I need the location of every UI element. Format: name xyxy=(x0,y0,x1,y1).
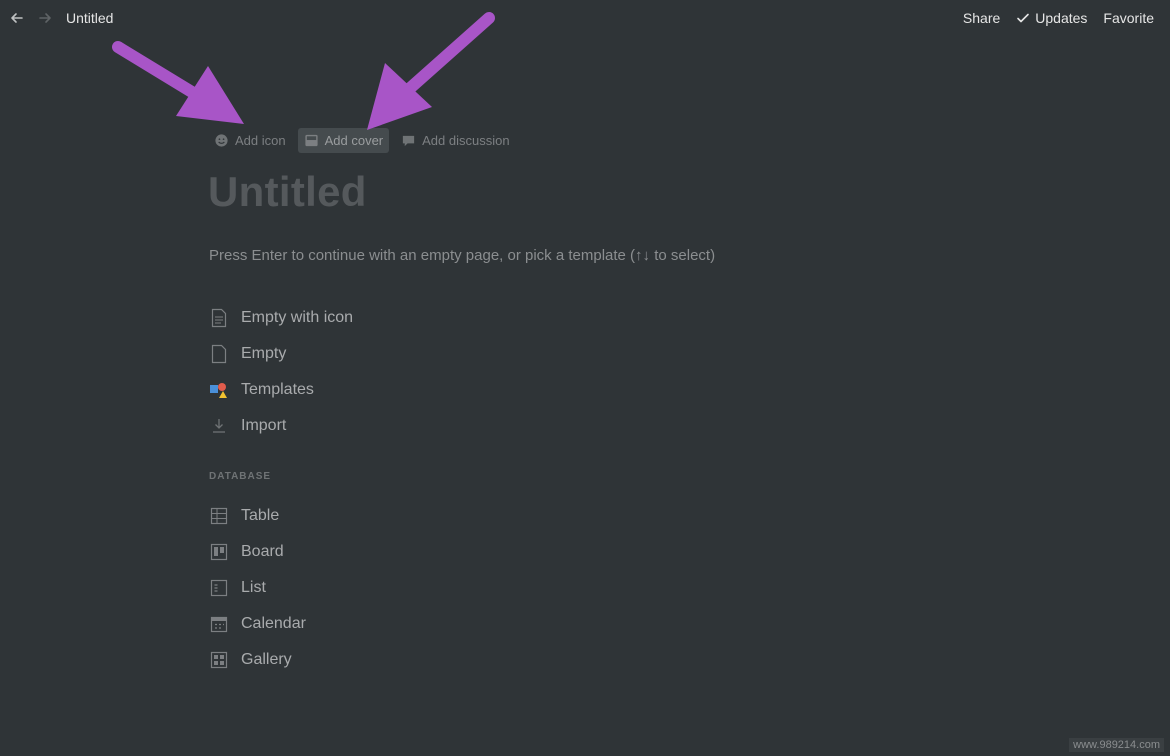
table-icon xyxy=(209,506,229,526)
page-header-controls: Add icon Add cover Add discussion xyxy=(208,128,516,153)
option-label: Board xyxy=(241,543,284,560)
breadcrumb[interactable]: Untitled xyxy=(66,10,113,26)
back-button[interactable] xyxy=(8,9,26,27)
calendar-icon xyxy=(209,614,229,634)
download-icon xyxy=(209,416,229,436)
option-gallery[interactable]: Gallery xyxy=(209,642,306,678)
topbar: Untitled Share Updates Favorite xyxy=(0,0,1170,36)
image-icon xyxy=(305,134,318,147)
option-label: Import xyxy=(241,417,287,434)
add-icon-label: Add icon xyxy=(235,133,286,148)
add-discussion-label: Add discussion xyxy=(422,133,510,148)
favorite-label: Favorite xyxy=(1103,10,1154,26)
forward-button[interactable] xyxy=(36,9,54,27)
annotation-arrow-icon xyxy=(112,41,244,124)
add-cover-button[interactable]: Add cover xyxy=(297,128,390,153)
database-options: Table Board List Calendar Gallery xyxy=(209,498,306,678)
template-options: Empty with icon Empty Templates Import xyxy=(209,300,353,444)
checkmark-icon xyxy=(1017,13,1030,23)
share-label: Share xyxy=(962,10,1001,26)
board-icon xyxy=(209,542,229,562)
share-button[interactable]: Share xyxy=(963,10,1000,26)
add-icon-button[interactable]: Add icon xyxy=(208,128,292,153)
smiley-icon xyxy=(215,134,228,147)
arrow-left-icon xyxy=(11,13,23,23)
option-label: Calendar xyxy=(241,615,306,632)
arrow-right-icon xyxy=(39,13,51,23)
favorite-button[interactable]: Favorite xyxy=(1103,10,1154,26)
gallery-icon xyxy=(209,650,229,670)
templates-shapes-icon xyxy=(209,380,229,400)
watermark: www.989214.com xyxy=(1069,738,1164,752)
blank-page-icon xyxy=(209,344,229,364)
database-section-label: DATABASE xyxy=(209,471,272,482)
option-label: Templates xyxy=(241,381,314,398)
updates-button[interactable]: Updates xyxy=(1016,10,1087,26)
top-actions: Share Updates Favorite xyxy=(963,10,1154,26)
option-calendar[interactable]: Calendar xyxy=(209,606,306,642)
template-hint: Press Enter to continue with an empty pa… xyxy=(209,247,716,264)
list-icon xyxy=(209,578,229,598)
option-label: Empty xyxy=(241,345,287,362)
notion-page: Untitled Share Updates Favorite Add icon… xyxy=(0,0,1170,756)
option-list[interactable]: List xyxy=(209,570,306,606)
option-label: List xyxy=(241,579,266,596)
annotation-arrows xyxy=(112,12,495,130)
page-with-lines-icon xyxy=(209,308,229,328)
add-discussion-button[interactable]: Add discussion xyxy=(395,128,515,153)
page-title[interactable]: Untitled xyxy=(208,168,367,216)
updates-label: Updates xyxy=(1035,10,1088,26)
option-board[interactable]: Board xyxy=(209,534,306,570)
option-label: Gallery xyxy=(241,651,292,668)
option-templates[interactable]: Templates xyxy=(209,372,353,408)
option-import[interactable]: Import xyxy=(209,408,353,444)
option-table[interactable]: Table xyxy=(209,498,306,534)
option-empty-with-icon[interactable]: Empty with icon xyxy=(209,300,353,336)
option-empty[interactable]: Empty xyxy=(209,336,353,372)
speech-bubble-icon xyxy=(403,135,415,147)
add-cover-label: Add cover xyxy=(324,133,384,148)
option-label: Empty with icon xyxy=(241,309,354,326)
option-label: Table xyxy=(241,507,280,524)
